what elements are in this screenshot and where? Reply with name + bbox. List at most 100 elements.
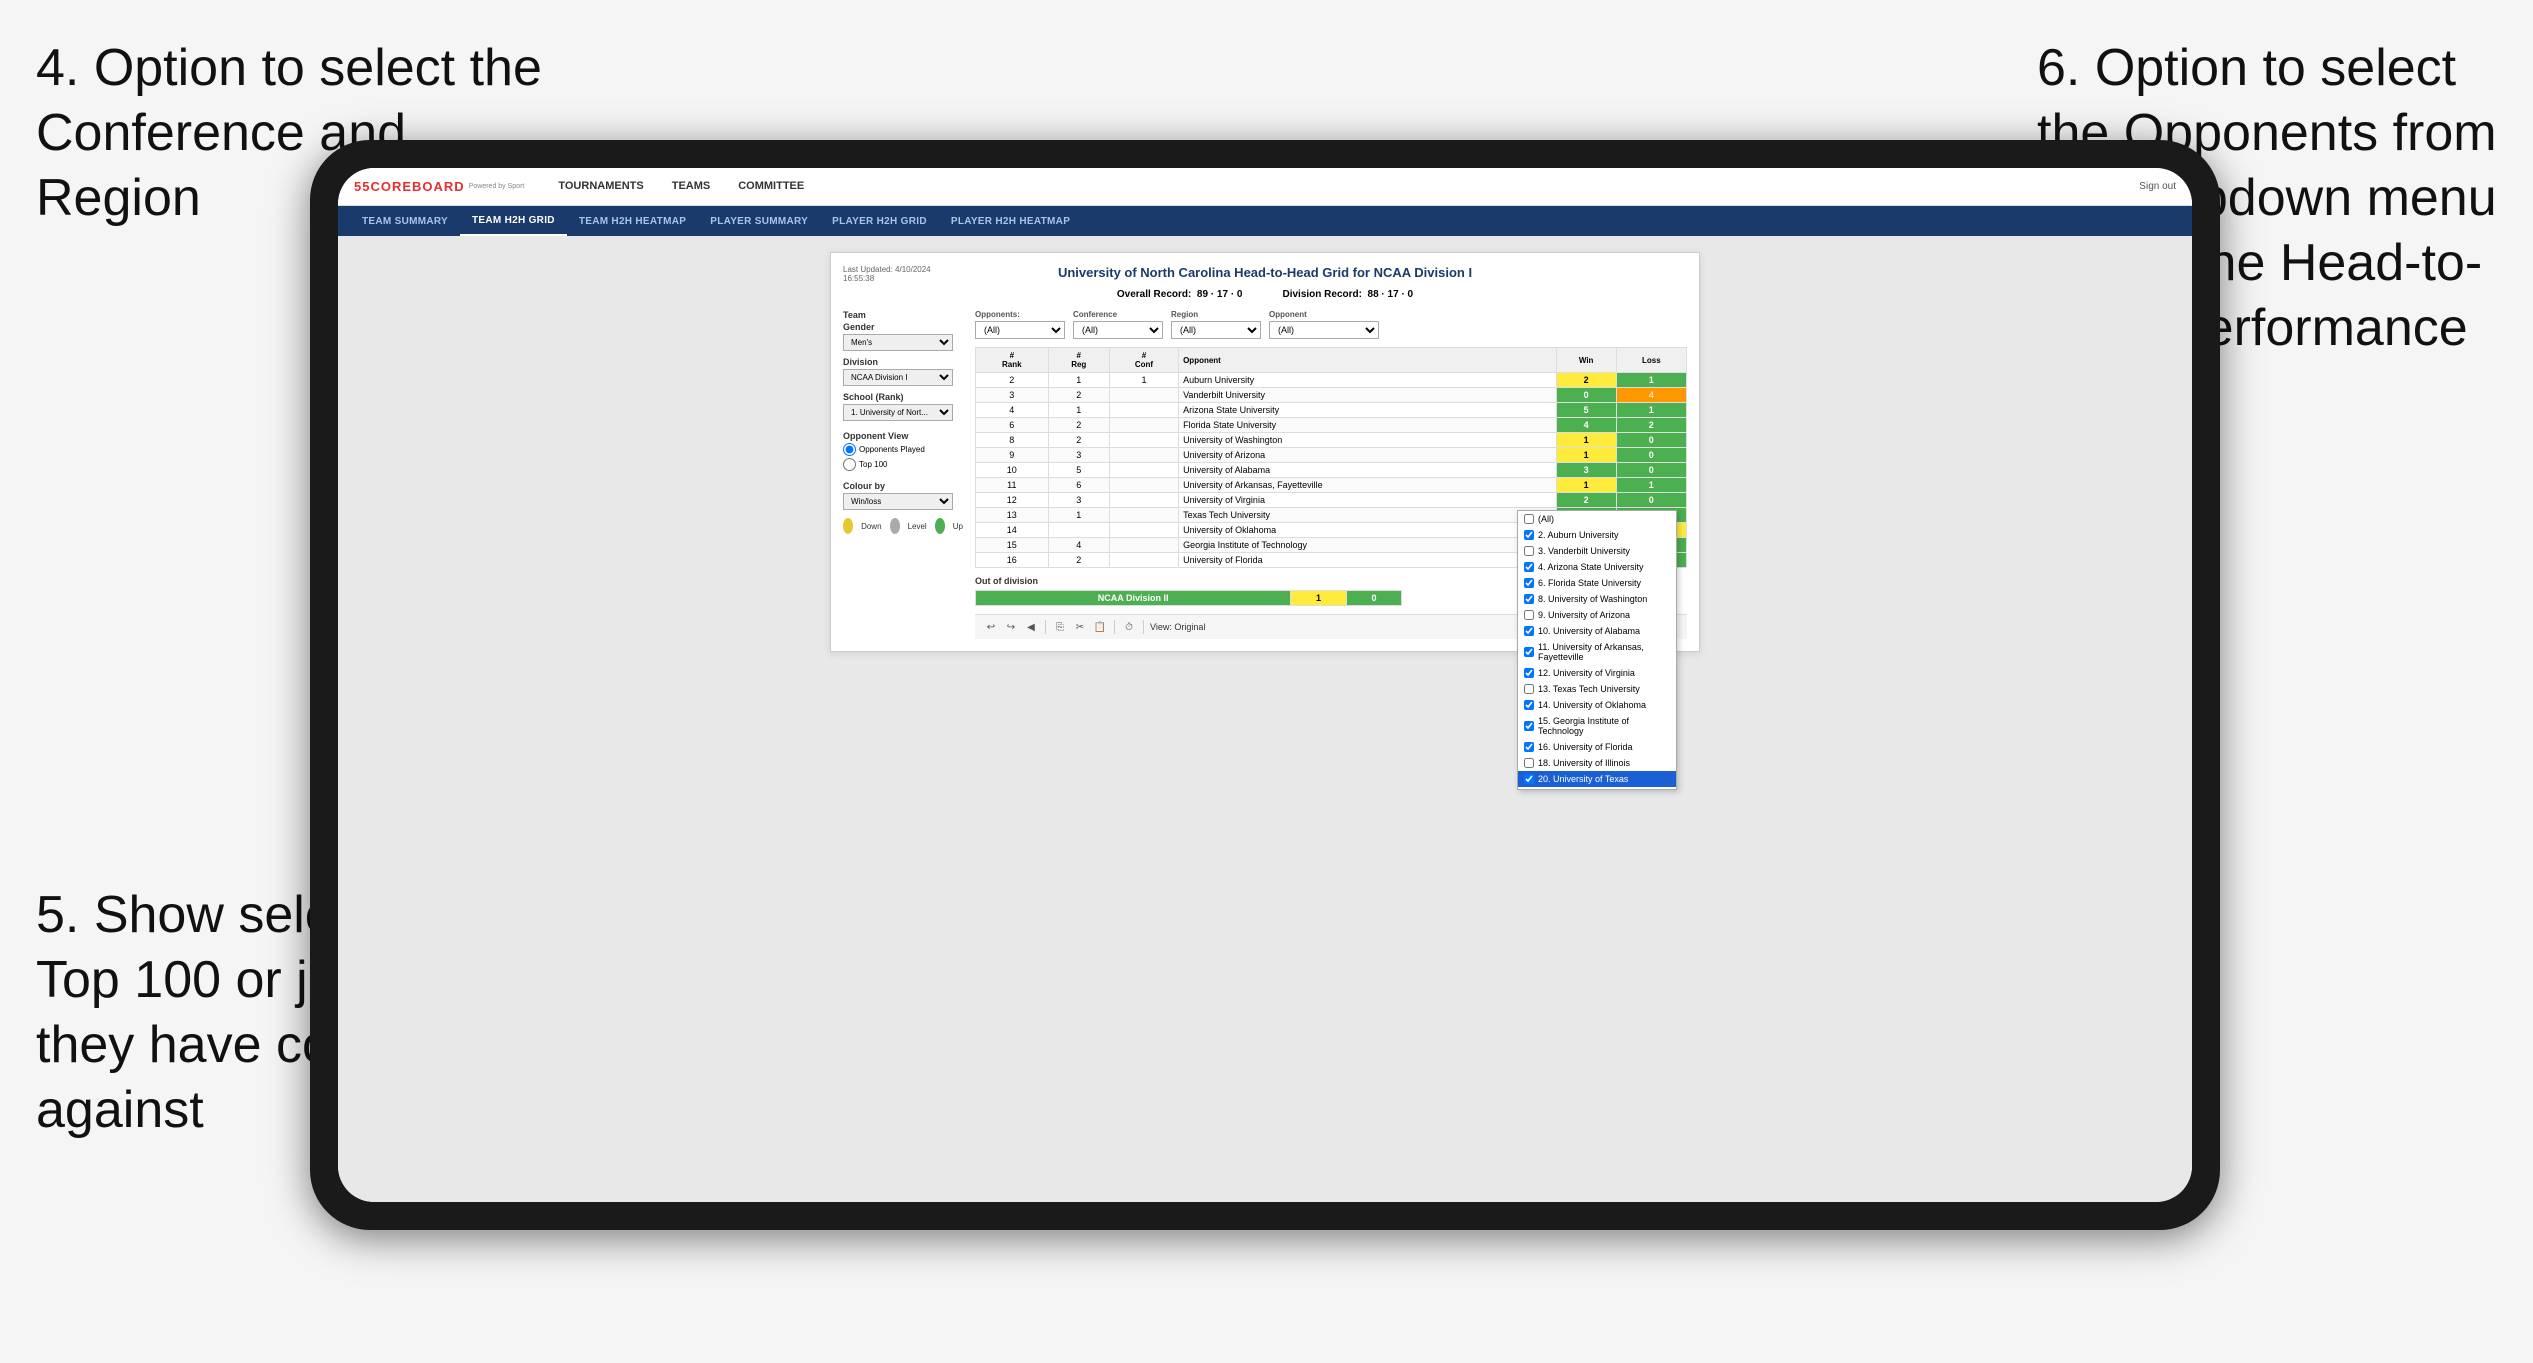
- nav-team-summary[interactable]: TEAM SUMMARY: [350, 206, 460, 236]
- td-conf: [1109, 523, 1178, 538]
- td-reg: 1: [1048, 508, 1109, 523]
- radio-top100[interactable]: Top 100: [843, 458, 963, 471]
- legend-down-dot: [843, 518, 853, 534]
- dropdown-item[interactable]: 4. Arizona State University: [1518, 559, 1676, 575]
- opponents-filter-label: Opponents:: [975, 310, 1065, 319]
- dropdown-item[interactable]: 3. Vanderbilt University: [1518, 543, 1676, 559]
- gender-select[interactable]: Men's: [843, 334, 953, 351]
- nav-player-summary[interactable]: PLAYER SUMMARY: [698, 206, 820, 236]
- nav-team-h2h-heatmap[interactable]: TEAM H2H HEATMAP: [567, 206, 698, 236]
- dropdown-item[interactable]: 20. University of Texas: [1518, 771, 1676, 787]
- left-panel: Team Gender Men's Division NCAA Divi: [843, 310, 963, 639]
- td-reg: 3: [1048, 448, 1109, 463]
- nav-tournaments[interactable]: TOURNAMENTS: [544, 168, 657, 206]
- dropdown-item[interactable]: (All): [1518, 511, 1676, 527]
- right-panel: Opponents: (All) Conference (All): [975, 310, 1687, 639]
- td-win: 1: [1556, 478, 1616, 493]
- colour-by-select[interactable]: Win/loss: [843, 493, 953, 510]
- td-rank: 16: [976, 553, 1049, 568]
- overall-record: Overall Record: 89 · 17 · 0: [1117, 289, 1243, 300]
- td-rank: 13: [976, 508, 1049, 523]
- colour-by-label: Colour by: [843, 481, 963, 491]
- td-reg: 2: [1048, 418, 1109, 433]
- dropdown-item[interactable]: 21. University of New Mexico: [1518, 787, 1676, 790]
- td-loss: 0: [1616, 463, 1686, 478]
- toolbar-timer[interactable]: ⏱: [1121, 619, 1137, 635]
- nav-player-h2h-heatmap[interactable]: PLAYER H2H HEATMAP: [939, 206, 1082, 236]
- region-filter-select[interactable]: (All): [1171, 321, 1261, 339]
- td-rank: 15: [976, 538, 1049, 553]
- td-opponent: Auburn University: [1179, 373, 1557, 388]
- table-row: 6 2 Florida State University 4 2: [976, 418, 1687, 433]
- out-division-row: NCAA Division II 1 0: [976, 591, 1402, 606]
- division-select[interactable]: NCAA Division I: [843, 369, 953, 386]
- dropdown-item[interactable]: 16. University of Florida: [1518, 739, 1676, 755]
- th-opponent: Opponent: [1179, 348, 1557, 373]
- toolbar-paste[interactable]: 📋: [1092, 619, 1108, 635]
- td-conf: [1109, 463, 1178, 478]
- gender-label: Gender: [843, 322, 963, 332]
- dropdown-item[interactable]: 6. Florida State University: [1518, 575, 1676, 591]
- table-header-row: #Rank #Reg #Conf Opponent Win Loss: [976, 348, 1687, 373]
- dropdown-item[interactable]: 18. University of Illinois: [1518, 755, 1676, 771]
- td-reg: 5: [1048, 463, 1109, 478]
- td-loss: 2: [1616, 418, 1686, 433]
- dropdown-item[interactable]: 9. University of Arizona: [1518, 607, 1676, 623]
- dropdown-item[interactable]: 12. University of Virginia: [1518, 665, 1676, 681]
- dropdown-item[interactable]: 13. Texas Tech University: [1518, 681, 1676, 697]
- td-conf: [1109, 478, 1178, 493]
- nav-teams[interactable]: TEAMS: [658, 168, 725, 206]
- logo-sub: Powered by Sport: [469, 183, 525, 190]
- radio-opponents-played[interactable]: Opponents Played: [843, 443, 963, 456]
- opponents-filter-select[interactable]: (All): [975, 321, 1065, 339]
- conference-filter-select[interactable]: (All): [1073, 321, 1163, 339]
- td-opponent: Florida State University: [1179, 418, 1557, 433]
- td-reg: 2: [1048, 433, 1109, 448]
- td-rank: 14: [976, 523, 1049, 538]
- opponent-view-label: Opponent View: [843, 431, 963, 441]
- out-division-win: 1: [1291, 591, 1346, 606]
- td-win: 2: [1556, 373, 1616, 388]
- td-win: 1: [1556, 433, 1616, 448]
- dropdown-item[interactable]: 11. University of Arkansas, Fayetteville: [1518, 639, 1676, 665]
- td-opponent: University of Oklahoma: [1179, 523, 1557, 538]
- toolbar-copy[interactable]: ⎘: [1052, 619, 1068, 635]
- nav-team-h2h-grid[interactable]: TEAM H2H GRID: [460, 206, 567, 236]
- legend-up-dot: [935, 518, 945, 534]
- opponent-filter-select[interactable]: (All): [1269, 321, 1379, 339]
- td-conf: [1109, 418, 1178, 433]
- td-reg: 1: [1048, 373, 1109, 388]
- td-opponent: University of Arizona: [1179, 448, 1557, 463]
- nav-signout[interactable]: Sign out: [2139, 181, 2176, 192]
- td-rank: 4: [976, 403, 1049, 418]
- top-nav: 55COREBOARD Powered by Sport TOURNAMENTS…: [338, 168, 2192, 206]
- td-rank: 6: [976, 418, 1049, 433]
- toolbar-back[interactable]: ◀: [1023, 619, 1039, 635]
- nav-player-h2h-grid[interactable]: PLAYER H2H GRID: [820, 206, 939, 236]
- legend-level-dot: [890, 518, 900, 534]
- toolbar-undo[interactable]: ↩: [983, 619, 999, 635]
- table-row: 2 1 1 Auburn University 2 1: [976, 373, 1687, 388]
- dropdown-item[interactable]: 14. University of Oklahoma: [1518, 697, 1676, 713]
- school-select[interactable]: 1. University of Nort...: [843, 404, 953, 421]
- dropdown-item[interactable]: 10. University of Alabama: [1518, 623, 1676, 639]
- th-reg: #Reg: [1048, 348, 1109, 373]
- tablet-screen: 55COREBOARD Powered by Sport TOURNAMENTS…: [338, 168, 2192, 1202]
- legend-level-label: Level: [908, 522, 927, 531]
- content-area: Last Updated: 4/10/2024 16:55:38 Univers…: [338, 236, 2192, 1202]
- opponent-dropdown[interactable]: (All) 2. Auburn University 3. Vanderbilt…: [1517, 510, 1677, 790]
- td-rank: 10: [976, 463, 1049, 478]
- td-conf: 1: [1109, 373, 1178, 388]
- td-win: 4: [1556, 418, 1616, 433]
- th-rank: #Rank: [976, 348, 1049, 373]
- dropdown-item[interactable]: 15. Georgia Institute of Technology: [1518, 713, 1676, 739]
- td-conf: [1109, 388, 1178, 403]
- dropdown-item[interactable]: 8. University of Washington: [1518, 591, 1676, 607]
- nav-committee[interactable]: COMMITTEE: [724, 168, 818, 206]
- td-opponent: University of Arkansas, Fayetteville: [1179, 478, 1557, 493]
- table-row: 10 5 University of Alabama 3 0: [976, 463, 1687, 478]
- filter-group-conference: Conference (All): [1073, 310, 1163, 339]
- toolbar-cut[interactable]: ✂: [1072, 619, 1088, 635]
- dropdown-item[interactable]: 2. Auburn University: [1518, 527, 1676, 543]
- toolbar-redo[interactable]: ↪: [1003, 619, 1019, 635]
